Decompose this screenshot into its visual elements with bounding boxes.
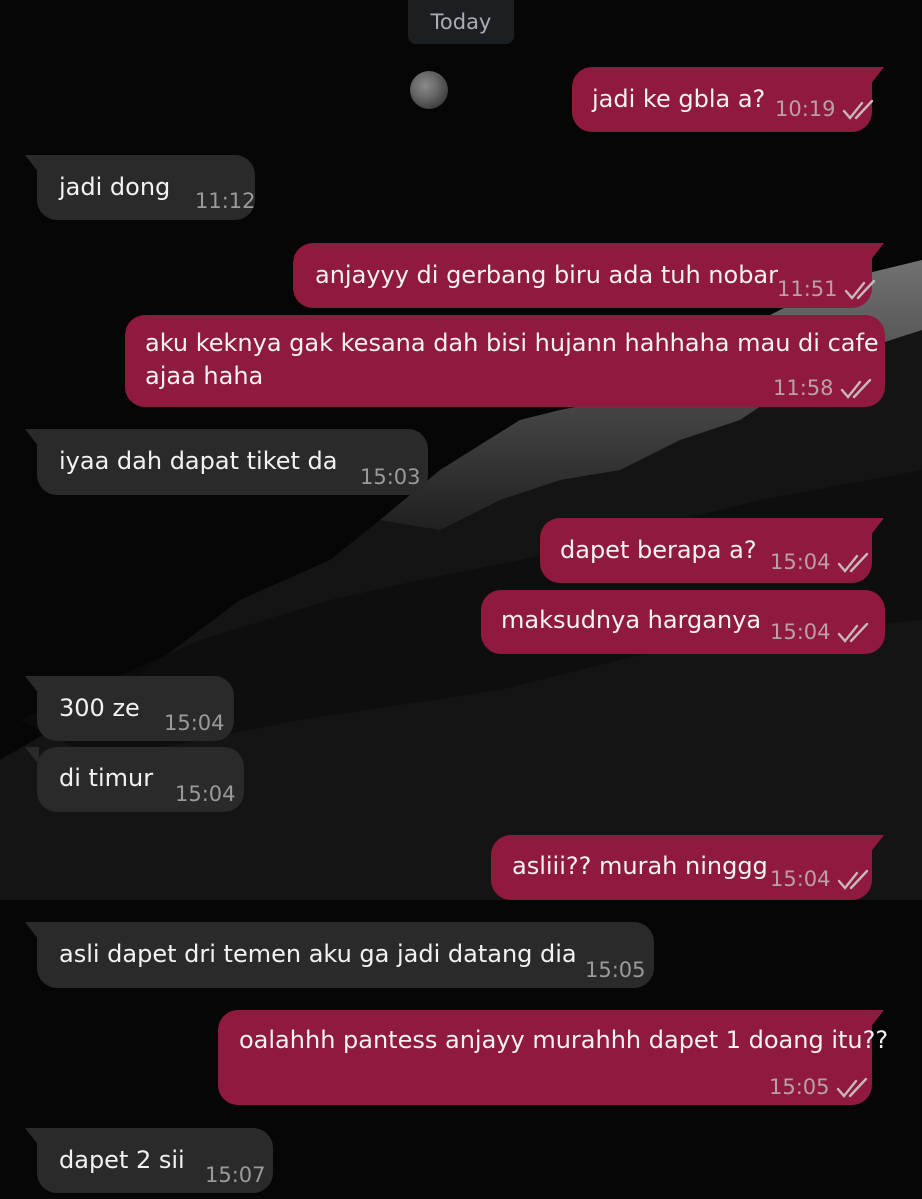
moon-graphic — [410, 71, 448, 109]
message-meta: 15:04 — [770, 616, 871, 649]
message-time: 10:19 — [775, 97, 836, 121]
message-text: dapet berapa a? — [560, 536, 757, 564]
message-time: 15:05 — [769, 1075, 830, 1099]
double-check-icon — [837, 552, 868, 573]
message-time: 15:04 — [164, 711, 225, 735]
message-text: aku keknya gak kesana dah bisi hujann ha… — [145, 329, 879, 357]
message-meta: 15:04 — [770, 863, 871, 896]
message-text: 300 ze — [59, 694, 140, 722]
message-meta: 15:05 — [585, 954, 646, 987]
message-meta: 15:04 — [770, 546, 871, 579]
message-bubble-in[interactable]: asli dapet dri temen aku ga jadi datang … — [25, 922, 654, 988]
message-meta: 15:05 — [769, 1071, 870, 1104]
message-meta: 15:04 — [164, 707, 225, 740]
message-meta: 11:58 — [773, 372, 874, 405]
message-text: anjayyy di gerbang biru ada tuh nobar — [315, 261, 778, 289]
message-bubble-out[interactable]: dapet berapa a? 15:04 — [540, 518, 884, 583]
message-time: 15:04 — [175, 782, 236, 806]
message-bubble-out[interactable]: jadi ke gbla a? 10:19 — [572, 67, 884, 132]
double-check-icon — [844, 279, 875, 300]
message-bubble-in[interactable]: iyaa dah dapat tiket da 15:03 — [25, 429, 428, 495]
message-time: 15:04 — [770, 620, 831, 644]
message-time: 11:51 — [777, 277, 838, 301]
message-time: 15:04 — [770, 550, 831, 574]
message-time: 15:05 — [585, 958, 646, 982]
message-meta: 10:19 — [775, 93, 876, 126]
message-meta: 15:03 — [360, 461, 421, 494]
double-check-icon — [837, 869, 868, 890]
message-meta: 15:04 — [175, 778, 236, 811]
message-text: iyaa dah dapat tiket da — [59, 447, 338, 475]
double-check-icon — [837, 622, 868, 643]
message-meta: 15:07 — [205, 1159, 266, 1192]
double-check-icon — [840, 378, 871, 399]
message-meta: 11:12 — [195, 185, 256, 218]
double-check-icon — [836, 1077, 867, 1098]
message-text-line2: ajaa haha — [145, 362, 264, 390]
message-text: asliii?? murah ninggg — [512, 852, 768, 880]
message-bubble-in[interactable]: 300 ze 15:04 — [25, 676, 234, 741]
message-time: 11:58 — [773, 376, 834, 400]
message-bubble-in[interactable]: dapet 2 sii 15:07 — [25, 1128, 273, 1193]
message-bubble-out[interactable]: oalahhh pantess anjayy murahhh dapet 1 d… — [218, 1010, 888, 1105]
message-text: maksudnya harganya — [501, 606, 762, 634]
message-text: jadi dong — [59, 173, 171, 201]
double-check-icon — [842, 99, 873, 120]
message-text: di timur — [59, 764, 154, 792]
date-label: Today — [430, 10, 492, 34]
message-bubble-in[interactable]: jadi dong 11:12 — [25, 155, 256, 220]
message-bubble-in[interactable]: di timur 15:04 — [25, 747, 244, 812]
message-time: 15:07 — [205, 1163, 266, 1187]
date-separator: Today — [408, 0, 514, 44]
message-bubble-out[interactable]: maksudnya harganya 15:04 — [481, 590, 885, 654]
message-time: 15:03 — [360, 465, 421, 489]
message-bubble-out[interactable]: anjayyy di gerbang biru ada tuh nobar 11… — [293, 243, 884, 308]
message-bubble-out[interactable]: aku keknya gak kesana dah bisi hujann ha… — [125, 315, 885, 407]
message-bubble-out[interactable]: asliii?? murah ninggg 15:04 — [491, 835, 884, 900]
message-text: asli dapet dri temen aku ga jadi datang … — [59, 940, 577, 968]
message-meta: 11:51 — [777, 273, 878, 306]
chat-screen: Today jadi ke gbla a? 10:19 jadi dong 11… — [0, 0, 922, 1199]
message-text: dapet 2 sii — [59, 1146, 185, 1174]
message-time: 15:04 — [770, 867, 831, 891]
message-text: oalahhh pantess anjayy murahhh dapet 1 d… — [239, 1026, 889, 1054]
message-text: jadi ke gbla a? — [592, 85, 766, 113]
message-time: 11:12 — [195, 189, 256, 213]
